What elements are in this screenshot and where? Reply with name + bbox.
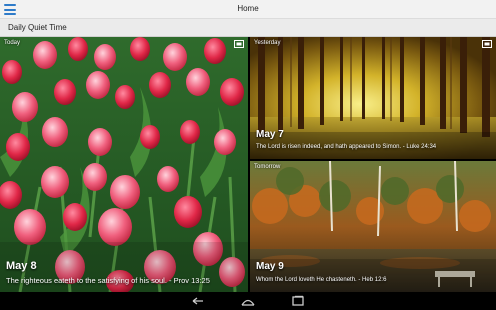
tile-date: May 7 [256, 129, 284, 140]
tile-verse: Whom the Lord loveth He chasteneth. - He… [256, 277, 387, 283]
autumn-lake-image [250, 161, 496, 292]
expand-icon[interactable] [482, 40, 492, 48]
section-title: Daily Quiet Time [8, 23, 67, 32]
back-icon[interactable] [190, 295, 206, 307]
home-icon[interactable] [240, 295, 256, 307]
tile-label: Yesterday [254, 40, 281, 46]
tulips-image [0, 37, 248, 292]
tile-today[interactable]: Today May 8 The righteous eateth to the … [0, 37, 248, 292]
expand-icon[interactable] [234, 40, 244, 48]
app-bar: Home [0, 0, 496, 19]
tile-label: Tomorrow [254, 164, 281, 170]
tile-tomorrow[interactable]: Tomorrow May 9 Whom the Lord loveth He c… [250, 161, 496, 292]
tile-date: May 8 [6, 260, 37, 272]
navigation-bar [0, 292, 496, 310]
forest-image [250, 37, 496, 159]
tile-verse: The Lord is risen indeed, and hath appea… [256, 144, 437, 150]
tile-verse: The righteous eateth to the satisfying o… [6, 276, 210, 285]
app-title: Home [237, 4, 259, 13]
tile-date: May 9 [256, 261, 284, 272]
section-header: Daily Quiet Time [0, 19, 496, 37]
tile-yesterday[interactable]: Yesterday May 7 The Lord is risen indeed… [250, 37, 496, 159]
tile-label: Today [4, 40, 21, 46]
recent-apps-icon[interactable] [290, 295, 306, 307]
